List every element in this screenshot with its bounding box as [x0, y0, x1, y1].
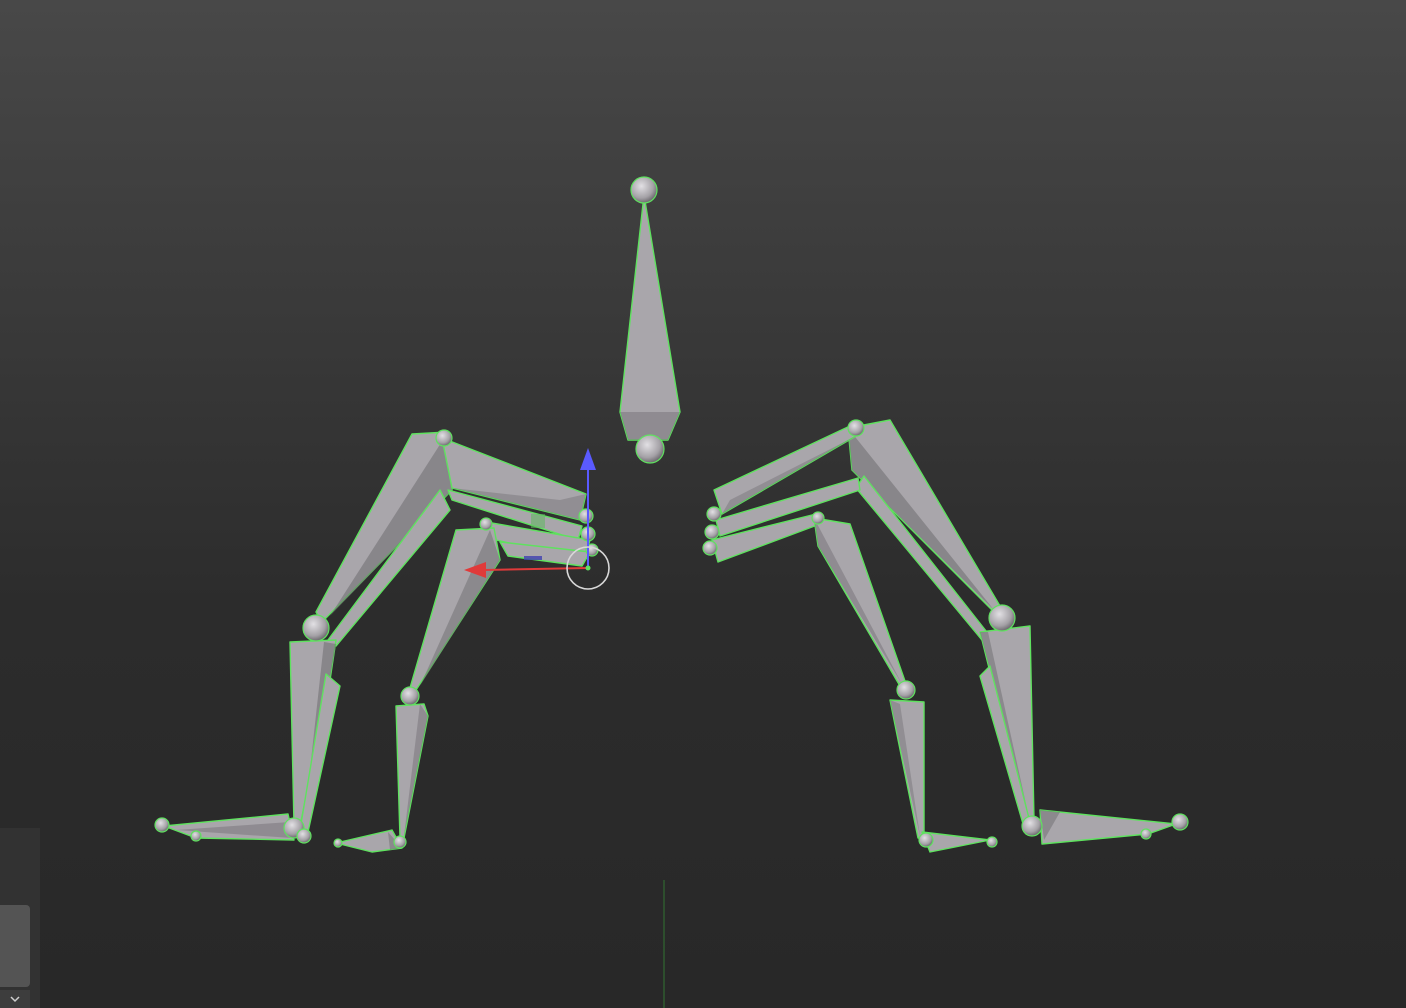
joint-right-elbow[interactable]: [988, 604, 1016, 632]
joint-head-tip[interactable]: [630, 176, 658, 204]
joint-left-elbow[interactable]: [302, 614, 330, 642]
bone-left-shin[interactable]: [395, 703, 429, 839]
gizmo-center-dot[interactable]: [585, 565, 591, 571]
bone-right-shin[interactable]: [889, 699, 925, 839]
joint-left-foot-tip-b[interactable]: [190, 830, 202, 842]
3d-viewport[interactable]: [0, 0, 1406, 1008]
bone-left-toe[interactable]: [163, 813, 295, 841]
side-panel-toggle[interactable]: [0, 990, 30, 1008]
joint-right-knee[interactable]: [896, 680, 916, 700]
joint-left-hip[interactable]: [479, 517, 493, 531]
joint-right-shoulder[interactable]: [847, 419, 865, 437]
joint-left-knee[interactable]: [400, 686, 420, 706]
bone-head[interactable]: [619, 176, 681, 464]
joint-right-foot-tip[interactable]: [1171, 813, 1189, 831]
joint-right-ankle[interactable]: [918, 832, 934, 848]
joint-right-toe-tip[interactable]: [986, 836, 998, 848]
side-panel-tab[interactable]: [0, 905, 30, 987]
chevron-down-icon: [10, 996, 20, 1003]
bone-left-thigh[interactable]: [409, 527, 501, 691]
joint-right-wrist-c[interactable]: [702, 540, 718, 556]
joint-right-foot-tip-b[interactable]: [1140, 828, 1152, 840]
bone-right-toe[interactable]: [1039, 809, 1177, 845]
gizmo-xz-plane-handle[interactable]: [524, 556, 542, 560]
bone-right-lower-leg[interactable]: [979, 625, 1035, 825]
gizmo-x-axis[interactable]: [483, 567, 589, 571]
joint-right-wrist-a[interactable]: [706, 506, 722, 522]
joint-right-heel[interactable]: [1021, 815, 1043, 837]
bone-left-foot[interactable]: [335, 829, 403, 853]
joint-left-ankle[interactable]: [393, 835, 407, 849]
armature-scene[interactable]: [0, 0, 1406, 1008]
joint-right-wrist-b[interactable]: [704, 524, 720, 540]
joint-left-toe-tip[interactable]: [333, 838, 343, 848]
gizmo-z-arrow[interactable]: [580, 448, 596, 470]
joint-left-wrist-a[interactable]: [578, 508, 594, 524]
bone-right-thigh[interactable]: [813, 517, 907, 687]
joint-left-shoulder[interactable]: [435, 429, 453, 447]
joint-right-hip[interactable]: [811, 511, 825, 525]
joint-left-heel-b[interactable]: [296, 828, 312, 844]
joint-head-base[interactable]: [635, 434, 665, 464]
gizmo-y-plane-handle[interactable]: [531, 514, 545, 528]
joint-left-foot-tip[interactable]: [154, 817, 170, 833]
